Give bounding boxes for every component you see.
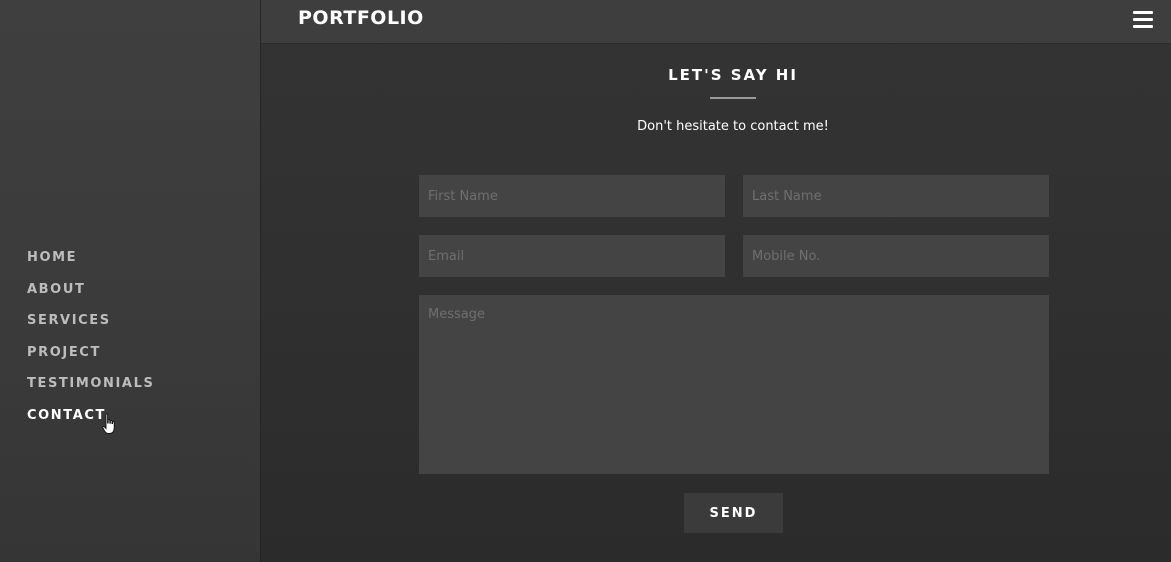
send-button[interactable]: SEND	[684, 493, 783, 533]
mobile-input[interactable]	[743, 235, 1049, 277]
menu-bar	[1133, 25, 1153, 28]
app-window: HOME ABOUT SERVICES PROJECT TESTIMONIALS…	[0, 0, 1171, 562]
sidebar-item-project[interactable]: PROJECT	[27, 343, 154, 375]
contact-section: LET'S SAY HI Don't hesitate to contact m…	[261, 44, 1171, 562]
sidebar-item-testimonials[interactable]: TESTIMONIALS	[27, 374, 154, 406]
sidebar-item-contact[interactable]: CONTACT	[27, 406, 154, 438]
hand-cursor-icon	[102, 413, 115, 434]
sidebar-nav: HOME ABOUT SERVICES PROJECT TESTIMONIALS…	[27, 248, 154, 437]
section-subtitle: Don't hesitate to contact me!	[637, 119, 829, 134]
email-input[interactable]	[419, 235, 725, 277]
first-name-input[interactable]	[419, 175, 725, 217]
last-name-input[interactable]	[743, 175, 1049, 217]
section-title: LET'S SAY HI	[668, 66, 798, 84]
sidebar-item-about[interactable]: ABOUT	[27, 280, 154, 312]
menu-bar	[1133, 18, 1153, 21]
hamburger-icon[interactable]	[1133, 11, 1153, 28]
menu-bar	[1133, 11, 1153, 14]
top-header: PORTFOLIO	[261, 0, 1171, 44]
title-divider	[710, 97, 756, 99]
sidebar: HOME ABOUT SERVICES PROJECT TESTIMONIALS…	[0, 0, 261, 562]
sidebar-item-services[interactable]: SERVICES	[27, 311, 154, 343]
sidebar-item-home[interactable]: HOME	[27, 248, 154, 280]
brand-logo[interactable]: PORTFOLIO	[298, 7, 424, 29]
message-textarea[interactable]	[419, 295, 1049, 474]
